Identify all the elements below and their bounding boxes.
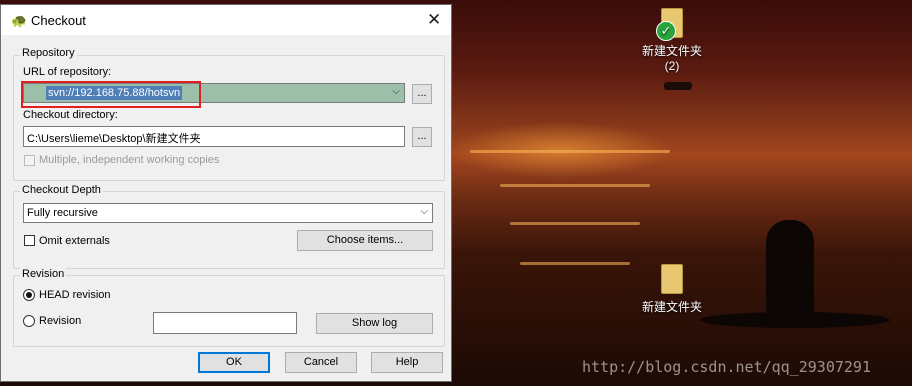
folder-icon xyxy=(661,264,683,294)
browse-directory-button[interactable]: ... xyxy=(412,127,432,147)
revision-radio[interactable] xyxy=(23,315,35,327)
checkout-directory-value: C:\Users\lieme\Desktop\新建文件夹 xyxy=(27,133,201,145)
svn-checkmark-icon: ✓ xyxy=(656,21,676,41)
help-button[interactable]: Help xyxy=(371,352,443,373)
depth-select[interactable]: Fully recursive ⌵ xyxy=(23,203,433,223)
checkout-depth-label: Checkout Depth xyxy=(20,184,103,196)
sun-reflection xyxy=(500,184,650,187)
choose-items-button[interactable]: Choose items... xyxy=(297,230,433,251)
distant-boat xyxy=(664,82,692,90)
multiple-working-copies-checkbox[interactable] xyxy=(24,155,35,166)
checkout-dialog: 🐢 Checkout ✕ Repository URL of repositor… xyxy=(0,4,452,382)
sun-reflection xyxy=(510,222,640,225)
close-icon[interactable]: ✕ xyxy=(427,10,441,30)
cancel-button[interactable]: Cancel xyxy=(285,352,357,373)
revision-group xyxy=(13,275,445,347)
head-revision-radio[interactable] xyxy=(23,289,35,301)
revision-number-input[interactable] xyxy=(153,312,297,334)
folder-icon: ✓ xyxy=(656,8,683,41)
head-revision-label: HEAD revision xyxy=(39,289,111,301)
radio-selected-dot xyxy=(26,292,32,298)
desktop-icon-label: 新建文件夹 xyxy=(641,44,702,58)
sun-reflection xyxy=(520,262,630,265)
depth-selected-value: Fully recursive xyxy=(27,207,98,219)
multiple-working-copies-label: Multiple, independent working copies xyxy=(39,154,220,166)
checkout-directory-label: Checkout directory: xyxy=(23,109,118,121)
ok-button[interactable]: OK xyxy=(198,352,270,373)
desktop-icon-sublabel: (2) xyxy=(664,59,680,73)
show-log-button[interactable]: Show log xyxy=(316,313,433,334)
watermark-text: http://blog.csdn.net/qq_29307291 xyxy=(582,358,871,376)
revision-group-label: Revision xyxy=(20,268,67,280)
omit-externals-checkbox[interactable] xyxy=(24,235,35,246)
dialog-title: Checkout xyxy=(31,13,86,28)
highlight-annotation xyxy=(21,81,201,108)
kayaker-silhouette xyxy=(766,220,814,316)
tortoise-app-icon: 🐢 xyxy=(11,13,28,28)
chevron-down-icon[interactable]: ⌵ xyxy=(392,86,400,97)
kayak-silhouette xyxy=(700,312,890,328)
desktop-folder-icon[interactable]: 新建文件夹 xyxy=(630,264,714,315)
revision-label: Revision xyxy=(39,315,82,327)
browse-url-button[interactable]: ... xyxy=(412,84,432,104)
repository-group-label: Repository xyxy=(20,47,77,59)
sun-reflection xyxy=(470,150,670,153)
chevron-down-icon[interactable]: ⌵ xyxy=(420,206,428,217)
checkout-directory-input[interactable]: C:\Users\lieme\Desktop\新建文件夹 xyxy=(23,126,405,147)
desktop-icon-label: 新建文件夹 xyxy=(641,300,702,314)
omit-externals-label: Omit externals xyxy=(39,235,110,247)
title-bar: 🐢 Checkout ✕ xyxy=(1,5,451,35)
desktop-folder-icon-svn[interactable]: ✓ 新建文件夹 (2) xyxy=(630,8,714,73)
url-label: URL of repository: xyxy=(23,66,112,78)
